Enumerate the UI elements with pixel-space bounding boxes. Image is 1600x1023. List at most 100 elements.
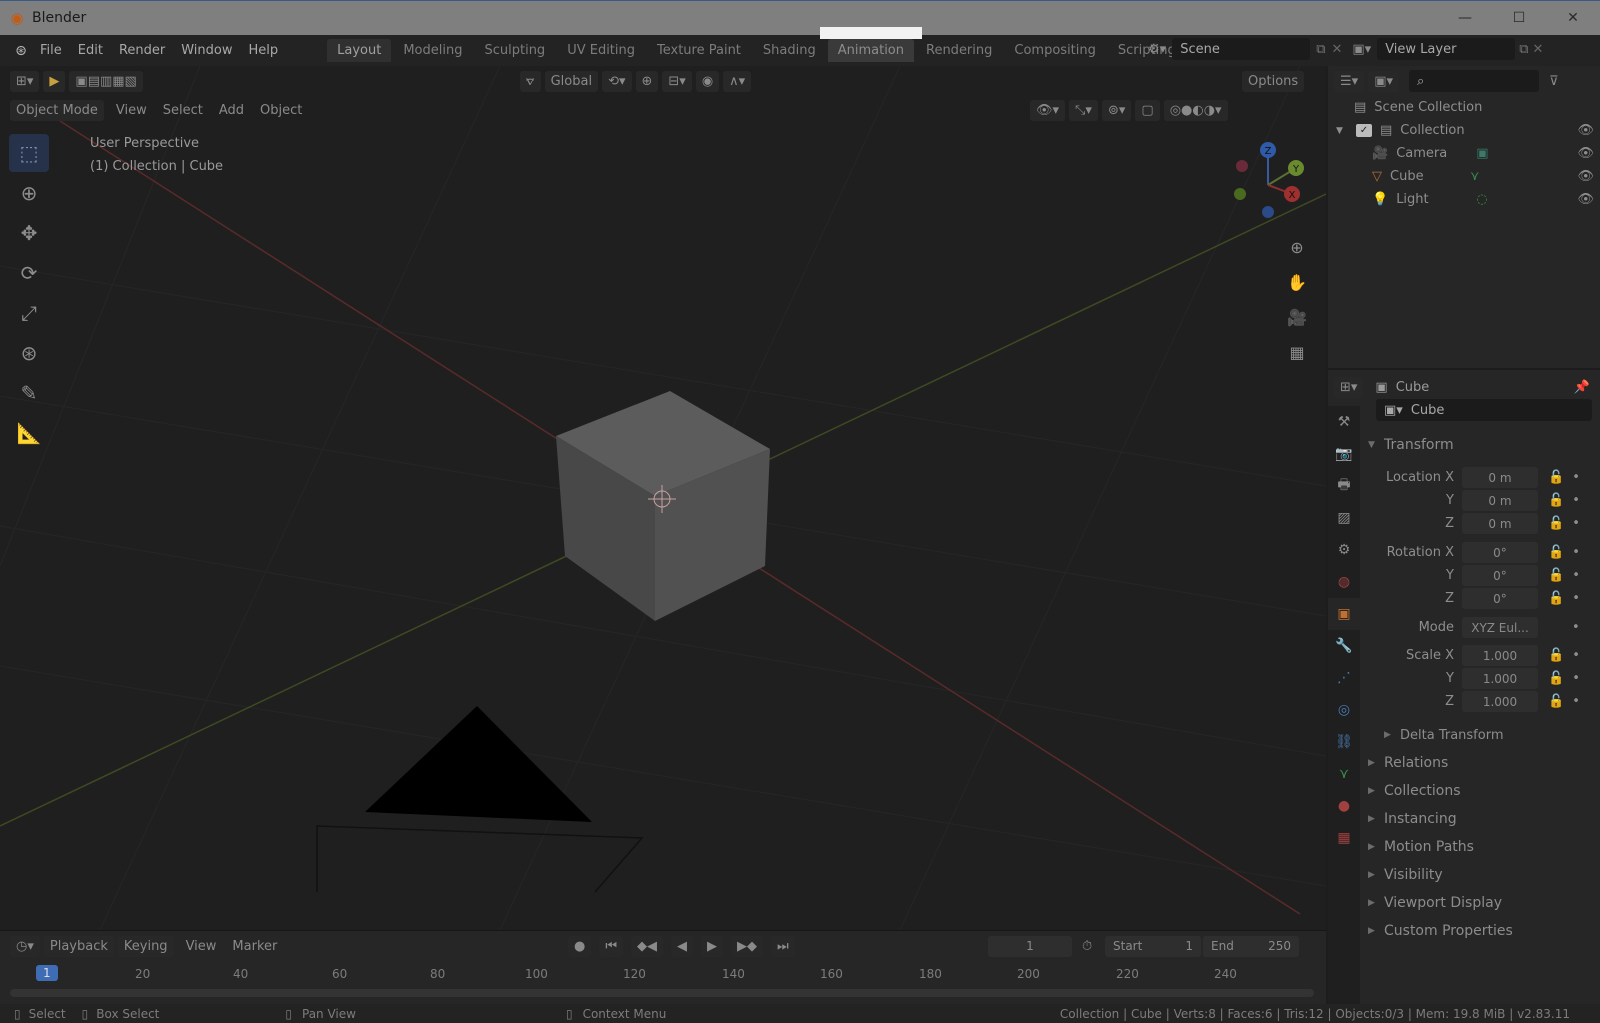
rotation-x-field[interactable]: 0°	[1462, 542, 1538, 563]
constraints-tab-icon[interactable]: ⛓	[1328, 726, 1360, 758]
display-mode-icon[interactable]: ▣▾	[1368, 70, 1399, 92]
keyframe-dot-icon[interactable]: •	[1572, 591, 1580, 606]
timeline-ruler[interactable]: 1 20 40 60 80 100 120 140 160 180 200 22…	[0, 961, 1326, 989]
rotation-z-field[interactable]: 0°	[1462, 588, 1538, 609]
custom-properties-section-header[interactable]: ▶ Custom Properties	[1368, 918, 1596, 944]
visibility-eye-icon[interactable]: 👁	[1577, 123, 1594, 138]
data-tab-icon[interactable]: ⋎	[1328, 758, 1360, 790]
transform-orientation-icon[interactable]: ⦡	[520, 70, 541, 92]
scene-collection-label[interactable]: Scene Collection	[1374, 100, 1482, 115]
menu-file[interactable]: File	[32, 43, 70, 58]
visibility-icon[interactable]: 👁▾	[1030, 99, 1066, 121]
tab-uv-editing[interactable]: UV Editing	[557, 39, 645, 62]
world-tab-icon[interactable]: ◍	[1328, 566, 1360, 598]
keyframe-dot-icon[interactable]: •	[1572, 545, 1580, 560]
tab-modeling[interactable]: Modeling	[393, 39, 472, 62]
timeline-editor-icon[interactable]: ◷▾	[10, 935, 40, 957]
motion-paths-section-header[interactable]: ▶ Motion Paths	[1368, 834, 1596, 860]
navigation-gizmo[interactable]: Z Y X	[1228, 140, 1308, 230]
lock-icon[interactable]: 🔓	[1548, 545, 1564, 560]
scene-field[interactable]: Scene	[1172, 38, 1311, 60]
tab-texture-paint[interactable]: Texture Paint	[647, 39, 751, 62]
lock-icon[interactable]: 🔓	[1548, 516, 1564, 531]
menu-help[interactable]: Help	[241, 43, 287, 58]
new-view-layer-icon[interactable]: ⧉	[1519, 42, 1528, 57]
keyframe-dot-icon[interactable]: •	[1572, 694, 1580, 709]
selection-mode-icons[interactable]: ▣▤▥▦▧	[69, 70, 143, 92]
menu-edit[interactable]: Edit	[70, 43, 111, 58]
lock-icon[interactable]: 🔓	[1548, 493, 1564, 508]
scale-x-field[interactable]: 1.000	[1462, 645, 1538, 666]
move-tool-icon[interactable]: ✥	[9, 214, 49, 252]
location-z-field[interactable]: 0 m	[1462, 513, 1538, 534]
maximize-button[interactable]: ☐	[1492, 1, 1546, 35]
snap-icon[interactable]: ⊕	[635, 70, 659, 92]
play-reverse-icon[interactable]: ◀	[671, 935, 694, 957]
rotate-tool-icon[interactable]: ⟳	[9, 254, 49, 292]
tab-shading[interactable]: Shading	[753, 39, 826, 62]
editor-type-icon[interactable]: ⊞▾	[10, 70, 40, 92]
light-data-icon[interactable]: ◌	[1476, 192, 1487, 207]
texture-tab-icon[interactable]: ▦	[1328, 822, 1360, 854]
transform-tool-icon[interactable]: ⊛	[9, 334, 49, 372]
menu-add[interactable]: Add	[211, 103, 252, 118]
keyframe-dot-icon[interactable]: •	[1572, 516, 1580, 531]
visibility-section-header[interactable]: ▶ Visibility	[1368, 862, 1596, 888]
lock-icon[interactable]: 🔓	[1548, 671, 1564, 686]
visibility-eye-icon[interactable]: 👁	[1577, 192, 1594, 207]
falloff-icon[interactable]: ∧▾	[723, 70, 752, 92]
camera-view-icon[interactable]: 🎥	[1282, 302, 1312, 332]
visibility-eye-icon[interactable]: 👁	[1577, 169, 1594, 184]
relations-section-header[interactable]: ▶ Relations	[1368, 750, 1596, 776]
tab-rendering[interactable]: Rendering	[916, 39, 1002, 62]
tab-sculpting[interactable]: Sculpting	[474, 39, 555, 62]
preview-range-icon[interactable]: ⏱	[1082, 939, 1092, 954]
viewport-display-section-header[interactable]: ▶ Viewport Display	[1368, 890, 1596, 916]
visibility-eye-icon[interactable]: 👁	[1577, 146, 1594, 161]
menu-view[interactable]: View	[108, 103, 155, 118]
blender-logo-icon[interactable]: ⊛	[10, 40, 32, 62]
collection-checkbox[interactable]: ✓	[1356, 124, 1372, 137]
keyframe-dot-icon[interactable]: •	[1572, 671, 1580, 686]
output-tab-icon[interactable]: 🖶	[1328, 470, 1360, 502]
current-frame-field[interactable]: 1	[988, 935, 1072, 957]
filter-icon[interactable]: ⊽	[1549, 74, 1559, 89]
jump-end-icon[interactable]: ⏭	[771, 935, 795, 957]
start-frame-field[interactable]: 1	[1185, 939, 1193, 953]
proportional-edit-icon[interactable]: ◉	[695, 70, 720, 92]
timeline-view-menu[interactable]: View	[178, 939, 225, 954]
options-dropdown[interactable]: Options	[1242, 70, 1305, 92]
render-tab-icon[interactable]: 📷	[1328, 438, 1360, 470]
outliner-item-light[interactable]: Light	[1396, 192, 1476, 207]
rotation-mode-dropdown[interactable]: XYZ Eul...	[1462, 617, 1538, 638]
scene-tab-icon[interactable]: ⚙	[1328, 534, 1360, 566]
select-box-tool-icon[interactable]: ⬚	[9, 134, 49, 172]
jump-start-icon[interactable]: ⏮	[599, 935, 624, 957]
tab-animation[interactable]: Animation	[819, 27, 923, 62]
xray-icon[interactable]: ▢	[1135, 99, 1160, 121]
keyframe-dot-icon[interactable]: •	[1572, 568, 1580, 583]
outliner-item-cube[interactable]: Cube	[1390, 169, 1470, 184]
location-y-field[interactable]: 0 m	[1462, 490, 1538, 511]
outliner-search-input[interactable]: ⌕	[1409, 70, 1539, 92]
playback-menu[interactable]: Playback	[43, 935, 114, 957]
3d-viewport[interactable]: ⊞▾ ▶ ▣▤▥▦▧ ⦡ Global ⟲▾ ⊕ ⊟▾ ◉ ∧▾ Options…	[0, 66, 1326, 930]
play-icon[interactable]: ▶	[701, 935, 724, 957]
cursor-tool-icon[interactable]: ⊕	[9, 174, 49, 212]
snap-target-icon[interactable]: ⊟▾	[662, 70, 692, 92]
delete-view-layer-icon[interactable]: ✕	[1533, 42, 1544, 57]
lock-icon[interactable]: 🔓	[1548, 470, 1564, 485]
delete-scene-icon[interactable]: ✕	[1331, 42, 1342, 57]
keyframe-dot-icon[interactable]: •	[1572, 493, 1580, 508]
close-button[interactable]: ✕	[1546, 1, 1600, 35]
scale-y-field[interactable]: 1.000	[1462, 668, 1538, 689]
tab-compositing[interactable]: Compositing	[1004, 39, 1106, 62]
pin-icon[interactable]: 📌	[1574, 380, 1590, 395]
next-keyframe-icon[interactable]: ▶◆	[731, 935, 764, 957]
transform-orientation-dropdown[interactable]: Global	[544, 70, 599, 92]
scale-z-field[interactable]: 1.000	[1462, 691, 1538, 712]
particles-tab-icon[interactable]: ⋰	[1328, 662, 1360, 694]
marker-menu[interactable]: Marker	[224, 939, 285, 954]
outliner-item-camera[interactable]: Camera	[1396, 146, 1476, 161]
physics-tab-icon[interactable]: ◎	[1328, 694, 1360, 726]
